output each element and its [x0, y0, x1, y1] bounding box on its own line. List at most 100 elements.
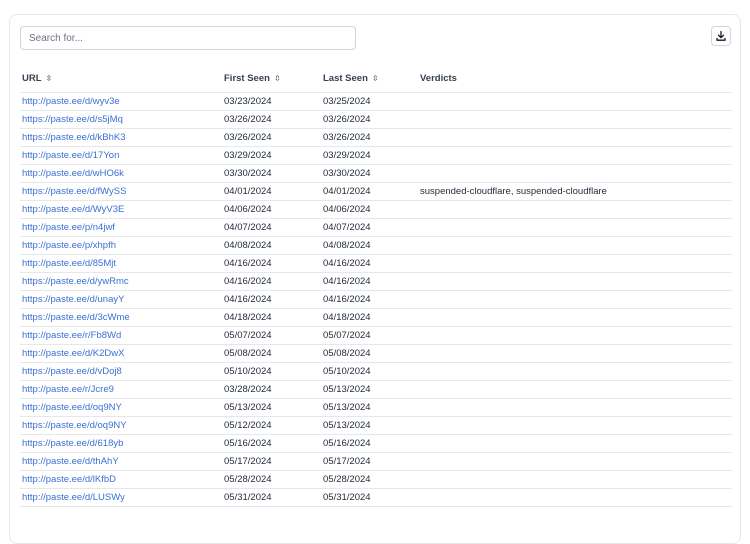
- last-seen-value: 04/16/2024: [323, 294, 371, 305]
- table-row: https://paste.ee/d/618yb 05/16/2024 05/16/…: [20, 435, 732, 453]
- url-link[interactable]: http://paste.ee/d/85Mjt: [22, 255, 116, 273]
- table-row: http://paste.ee/r/Fb8Wd 05/07/2024 05/07/2…: [20, 327, 732, 345]
- url-link[interactable]: http://paste.ee/p/xhpfh: [22, 237, 116, 255]
- column-header-verdicts: Verdicts: [420, 73, 457, 84]
- table-row: https://paste.ee/d/s5jMq 03/26/2024 03/26/…: [20, 111, 732, 129]
- last-seen-value: 03/26/2024: [323, 114, 371, 125]
- url-link[interactable]: http://paste.ee/d/17Yon: [22, 147, 119, 165]
- table-row: http://paste.ee/p/xhpfh 04/08/2024 04/08/2…: [20, 237, 732, 255]
- download-icon: [716, 30, 726, 41]
- table-row: http://paste.ee/d/LUSWy 05/31/2024 05/31/2…: [20, 489, 732, 507]
- url-link[interactable]: http://paste.ee/d/oq9NY: [22, 399, 122, 417]
- table-row: http://paste.ee/d/K2DwX 05/08/2024 05/08/2…: [20, 345, 732, 363]
- last-seen-value: 04/06/2024: [323, 204, 371, 215]
- results-card: URL⇳ First Seen⇳ Last Seen⇳ Verdicts htt…: [9, 14, 741, 544]
- first-seen-value: 05/17/2024: [224, 456, 272, 467]
- last-seen-value: 04/01/2024: [323, 186, 371, 197]
- table-row: http://paste.ee/d/85Mjt 04/16/2024 04/16/2…: [20, 255, 732, 273]
- column-header-url-label: URL: [22, 73, 42, 84]
- url-link[interactable]: https://paste.ee/d/unayY: [22, 291, 124, 309]
- url-link[interactable]: http://paste.ee/d/wyv3e: [22, 93, 120, 111]
- url-link[interactable]: http://paste.ee/d/lKfbD: [22, 471, 116, 489]
- first-seen-value: 04/16/2024: [224, 258, 272, 269]
- last-seen-value: 04/16/2024: [323, 258, 371, 269]
- url-link[interactable]: https://paste.ee/d/s5jMq: [22, 111, 123, 129]
- url-link[interactable]: https://paste.ee/d/fWySS: [22, 183, 126, 201]
- url-link[interactable]: https://paste.ee/d/3cWme: [22, 309, 130, 327]
- column-header-last-seen-label: Last Seen: [323, 73, 368, 84]
- first-seen-value: 05/13/2024: [224, 402, 272, 413]
- url-link[interactable]: https://paste.ee/d/kBhK3: [22, 129, 126, 147]
- table-row: https://paste.ee/d/vDoj8 05/10/2024 05/10/…: [20, 363, 732, 381]
- table-body: http://paste.ee/d/wyv3e 03/23/2024 03/25/2…: [20, 93, 732, 507]
- url-link[interactable]: http://paste.ee/d/K2DwX: [22, 345, 124, 363]
- first-seen-value: 03/26/2024: [224, 132, 272, 143]
- url-link[interactable]: http://paste.ee/d/LUSWy: [22, 489, 125, 507]
- sort-icon: ⇳: [273, 74, 281, 83]
- table-row: http://paste.ee/p/n4jwf 04/07/2024 04/07/2…: [20, 219, 732, 237]
- url-link[interactable]: https://paste.ee/d/618yb: [22, 435, 123, 453]
- column-header-url[interactable]: URL ⇳: [22, 65, 52, 93]
- last-seen-value: 04/07/2024: [323, 222, 371, 233]
- table-header: URL ⇳ First Seen ⇳ Last Seen ⇳ Verdicts: [20, 65, 732, 93]
- last-seen-value: 05/10/2024: [323, 366, 371, 377]
- first-seen-value: 05/16/2024: [224, 438, 272, 449]
- url-link[interactable]: https://paste.ee/d/vDoj8: [22, 363, 122, 381]
- table-row: https://paste.ee/d/3cWme 04/18/2024 04/18/…: [20, 309, 732, 327]
- first-seen-value: 03/26/2024: [224, 114, 272, 125]
- table-row: http://paste.ee/d/WyV3E 04/06/2024 04/06/2…: [20, 201, 732, 219]
- first-seen-value: 05/07/2024: [224, 330, 272, 341]
- url-link[interactable]: http://paste.ee/d/WyV3E: [22, 201, 124, 219]
- first-seen-value: 05/28/2024: [224, 474, 272, 485]
- url-link[interactable]: http://paste.ee/p/n4jwf: [22, 219, 115, 237]
- table-row: https://paste.ee/d/fWySS 04/01/2024 04/01/…: [20, 183, 732, 201]
- first-seen-value: 05/31/2024: [224, 492, 272, 503]
- first-seen-value: 04/08/2024: [224, 240, 272, 251]
- last-seen-value: 05/13/2024: [323, 384, 371, 395]
- first-seen-value: 05/08/2024: [224, 348, 272, 359]
- download-button[interactable]: [711, 26, 731, 46]
- table-row: http://paste.ee/d/thAhY 05/17/2024 05/17/2…: [20, 453, 732, 471]
- last-seen-value: 04/16/2024: [323, 276, 371, 287]
- url-link[interactable]: http://paste.ee/r/Fb8Wd: [22, 327, 121, 345]
- first-seen-value: 04/16/2024: [224, 294, 272, 305]
- page: URL⇳ First Seen⇳ Last Seen⇳ Verdicts htt…: [0, 0, 750, 544]
- column-header-first-seen[interactable]: First Seen ⇳: [224, 65, 281, 93]
- first-seen-value: 03/23/2024: [224, 96, 272, 107]
- table-row: http://paste.ee/r/Jcre9 03/28/2024 05/13/2…: [20, 381, 732, 399]
- first-seen-value: 03/30/2024: [224, 168, 272, 179]
- table-row: http://paste.ee/d/wyv3e 03/23/2024 03/25/2…: [20, 93, 732, 111]
- url-link[interactable]: http://paste.ee/d/thAhY: [22, 453, 119, 471]
- url-link[interactable]: https://paste.ee/d/ywRmc: [22, 273, 129, 291]
- first-seen-value: 04/18/2024: [224, 312, 272, 323]
- results-table: URL ⇳ First Seen ⇳ Last Seen ⇳ Verdicts htt…: [20, 65, 732, 507]
- table-row: http://paste.ee/d/17Yon 03/29/2024 03/29/2…: [20, 147, 732, 165]
- last-seen-value: 05/08/2024: [323, 348, 371, 359]
- first-seen-value: 03/29/2024: [224, 150, 272, 161]
- first-seen-value: 03/28/2024: [224, 384, 272, 395]
- first-seen-value: 04/01/2024: [224, 186, 272, 197]
- url-link[interactable]: https://paste.ee/d/oq9NY: [22, 417, 127, 435]
- verdicts-value: suspended-cloudflare, suspended-cloudfla…: [420, 186, 607, 197]
- search-input[interactable]: [20, 26, 356, 50]
- url-link[interactable]: http://paste.ee/r/Jcre9: [22, 381, 114, 399]
- sort-icon: ⇳: [371, 74, 379, 83]
- table-row: https://paste.ee/d/ywRmc 04/16/2024 04/16/…: [20, 273, 732, 291]
- first-seen-value: 05/12/2024: [224, 420, 272, 431]
- table-row: https://paste.ee/d/kBhK3 03/26/2024 03/26/…: [20, 129, 732, 147]
- table-row: http://paste.ee/d/wHO6k 03/30/2024 03/30/2…: [20, 165, 732, 183]
- last-seen-value: 04/08/2024: [323, 240, 371, 251]
- url-link[interactable]: http://paste.ee/d/wHO6k: [22, 165, 124, 183]
- last-seen-value: 05/13/2024: [323, 402, 371, 413]
- last-seen-value: 05/28/2024: [323, 474, 371, 485]
- table-row: http://paste.ee/d/lKfbD 05/28/2024 05/28/2…: [20, 471, 732, 489]
- table-row: https://paste.ee/d/oq9NY 05/12/2024 05/13/…: [20, 417, 732, 435]
- last-seen-value: 03/29/2024: [323, 150, 371, 161]
- last-seen-value: 05/17/2024: [323, 456, 371, 467]
- column-header-last-seen[interactable]: Last Seen ⇳: [323, 65, 379, 93]
- table-row: https://paste.ee/d/unayY 04/16/2024 04/16/…: [20, 291, 732, 309]
- sort-icon: ⇳: [45, 74, 53, 83]
- column-header-first-seen-label: First Seen: [224, 73, 270, 84]
- last-seen-value: 05/13/2024: [323, 420, 371, 431]
- table-row: http://paste.ee/d/oq9NY 05/13/2024 05/13/2…: [20, 399, 732, 417]
